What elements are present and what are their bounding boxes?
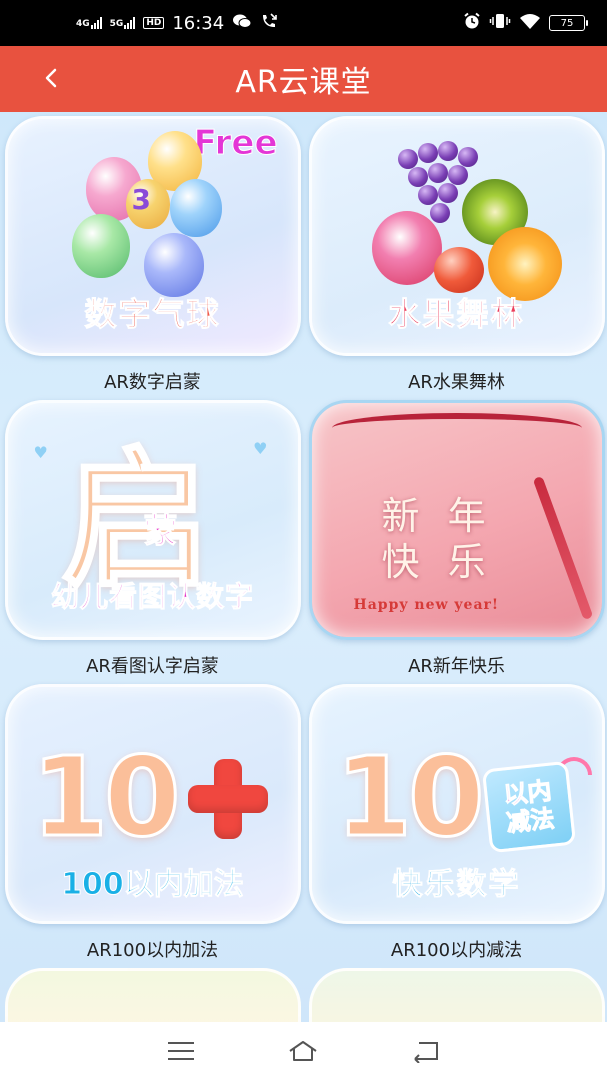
course-thumbnail[interactable]: 新 年 快 乐 Happy new year! [308,400,605,640]
title-line-2: 快 乐 [381,540,494,584]
course-label: AR数字启蒙 [104,372,201,393]
course-card-subtraction[interactable]: 10 以内 减法 快乐数学 AR100以内减法 [305,684,607,968]
chinese-knot-icon [331,413,582,443]
thumbnail-title: 数字气球 [84,295,221,334]
course-thumbnail[interactable]: 10 100以内加法 [4,684,301,924]
grape-icon [429,203,450,223]
course-thumbnail[interactable]: Free 3 数字气球 [4,116,301,356]
grape-icon [397,149,418,169]
course-thumbnail-partial[interactable] [308,968,605,1022]
course-thumbnail[interactable]: 水果舞林 [308,116,605,356]
return-icon [414,1042,438,1063]
vibrate-icon [489,12,511,34]
chevron-left-icon [45,68,57,88]
network-type-label: 4G [76,19,90,29]
app-header: AR云课堂 [0,46,607,112]
course-label: AR新年快乐 [408,656,505,677]
battery-icon: 75 [549,15,588,31]
grape-icon [417,143,438,163]
heart-icon: ♥ [33,443,48,462]
course-card-fruit-dance[interactable]: 水果舞林 AR水果舞林 [305,116,607,400]
network-type-label: 5G [109,19,124,29]
thumbnail-title: 快乐数学 [392,867,521,903]
dragon-fruit-icon [371,211,442,285]
course-card-picture-recognition[interactable]: ♥ ♥ 启 蒙 幼儿看图认数字 AR看图认字启蒙 [1,400,304,684]
wechat-icon [232,13,252,33]
balloon-icon [143,233,204,297]
signal-4g: 4G [76,17,102,29]
signal-bars-icon [90,17,102,29]
course-grid: Free 3 数字气球 AR数字启蒙 水果舞林 AR水果舞林 ♥ ♥ 启 蒙 幼… [0,112,607,968]
missed-call-icon [260,12,278,34]
hd-voice-icon: HD [143,17,165,29]
course-label: AR看图认字启蒙 [86,656,219,677]
grape-icon [437,183,458,203]
partial-course-row [0,968,607,1022]
menu-button[interactable] [161,1036,201,1066]
balloon-icon [71,214,130,278]
big-number: 10 [30,732,182,863]
grape-icon [447,165,468,185]
signal-bars-icon [124,17,136,29]
course-card-new-year[interactable]: 新 年 快 乐 Happy new year! AR新年快乐 [305,400,607,684]
course-card-addition[interactable]: 10 100以内加法 AR100以内加法 [1,684,304,968]
clock: 16:34 [172,12,225,34]
tassel-icon [532,475,593,621]
grape-icon [437,141,458,161]
wifi-icon [519,12,541,34]
course-label: AR水果舞林 [408,372,505,393]
title-line-1: 新 年 [381,494,494,538]
battery-level: 75 [560,17,574,29]
tomato-icon [433,247,484,293]
grape-icon [457,147,478,167]
status-left: 4G 5G HD 16:34 [76,12,278,34]
grape-icon [417,185,438,205]
small-character: 蒙 [143,511,178,552]
grape-icon [407,167,428,187]
menu-icon [168,1042,195,1060]
grape-icon [427,163,448,183]
subtraction-badge: 以内 减法 [481,760,576,854]
course-label: AR100以内加法 [86,940,219,961]
thumbnail-title: 水果舞林 [388,295,525,334]
course-card-number-enlightenment[interactable]: Free 3 数字气球 AR数字启蒙 [1,116,304,400]
home-button[interactable] [283,1036,323,1066]
course-list[interactable]: Free 3 数字气球 AR数字启蒙 水果舞林 AR水果舞林 ♥ ♥ 启 蒙 幼… [0,112,607,1022]
course-thumbnail[interactable]: ♥ ♥ 启 蒙 幼儿看图认数字 [4,400,301,640]
thumbnail-title: 新 年 快 乐 [382,493,494,585]
thumbnail-title: 100以内加法 [61,867,245,903]
free-badge: Free [193,123,278,164]
alarm-icon [463,12,481,34]
big-number: 10 [334,732,486,863]
back-nav-button[interactable] [406,1036,446,1066]
thumbnail-title: 幼儿看图认数字 [50,580,254,614]
signal-5g: 5G [110,17,136,29]
balloon-icon [169,179,222,237]
system-nav-bar [0,1022,607,1080]
home-icon [289,1041,318,1061]
heart-icon: ♥ [253,439,268,458]
course-thumbnail[interactable]: 10 以内 减法 快乐数学 [308,684,605,924]
plus-icon [187,759,268,839]
page-title: AR云课堂 [235,65,372,100]
thumbnail-subtitle: Happy new year! [353,597,500,613]
balloon-number: 3 [131,183,151,216]
course-thumbnail-partial[interactable] [4,968,301,1022]
status-right: 75 [463,12,588,34]
back-button[interactable] [34,60,70,96]
course-label: AR100以内减法 [390,940,523,961]
badge-line-2: 减法 [504,804,556,838]
status-bar: 4G 5G HD 16:34 75 [0,0,607,46]
